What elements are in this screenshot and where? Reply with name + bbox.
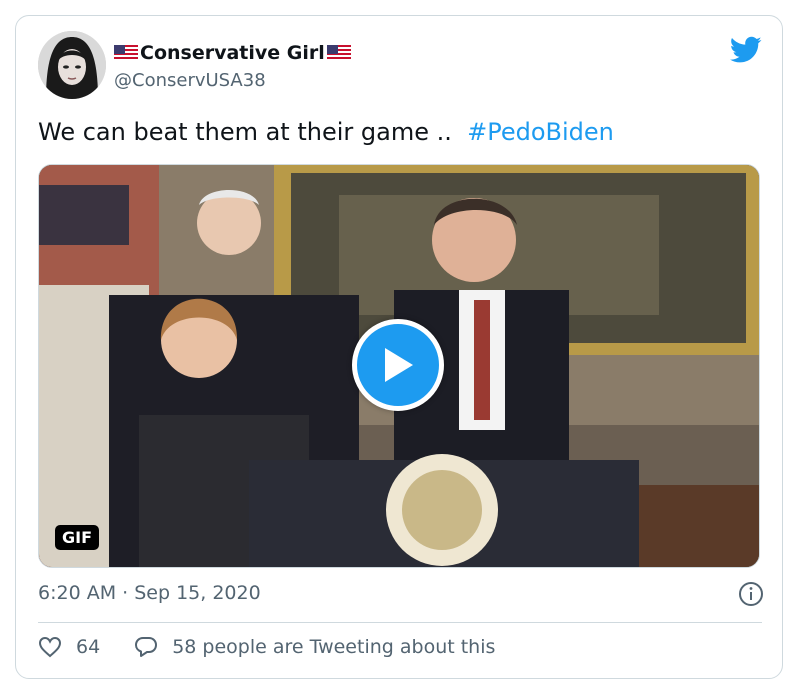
divider xyxy=(38,622,762,623)
twitter-bird-icon[interactable] xyxy=(730,36,762,64)
like-count[interactable]: 64 xyxy=(76,636,100,658)
gif-badge: GIF xyxy=(55,525,100,550)
avatar[interactable] xyxy=(38,31,106,99)
play-button[interactable] xyxy=(352,319,444,411)
display-name[interactable]: Conservative Girl xyxy=(114,42,351,64)
reply-bubble-icon[interactable] xyxy=(134,636,158,658)
hashtag-link[interactable]: #PedoBiden xyxy=(467,118,614,146)
tweet-card[interactable]: Conservative Girl @ConservUSA38 We can b… xyxy=(15,15,783,679)
tweeting-about-link[interactable]: 58 people are Tweeting about this xyxy=(172,636,495,658)
display-name-text: Conservative Girl xyxy=(140,42,325,64)
tweet-actions: 64 58 people are Tweeting about this xyxy=(38,636,495,658)
info-icon[interactable] xyxy=(738,581,764,607)
us-flag-icon xyxy=(326,45,351,61)
heart-icon[interactable] xyxy=(38,636,62,658)
tweet-timestamp[interactable]: 6:20 AM · Sep 15, 2020 xyxy=(38,582,261,604)
tweet-body: We can beat them at their game .. xyxy=(38,118,452,146)
us-flag-icon xyxy=(114,45,138,61)
user-handle[interactable]: @ConservUSA38 xyxy=(114,70,266,91)
gif-media[interactable]: GIF xyxy=(38,164,760,568)
play-icon xyxy=(385,348,413,382)
tweet-text: We can beat them at their game .. #PedoB… xyxy=(38,118,614,146)
